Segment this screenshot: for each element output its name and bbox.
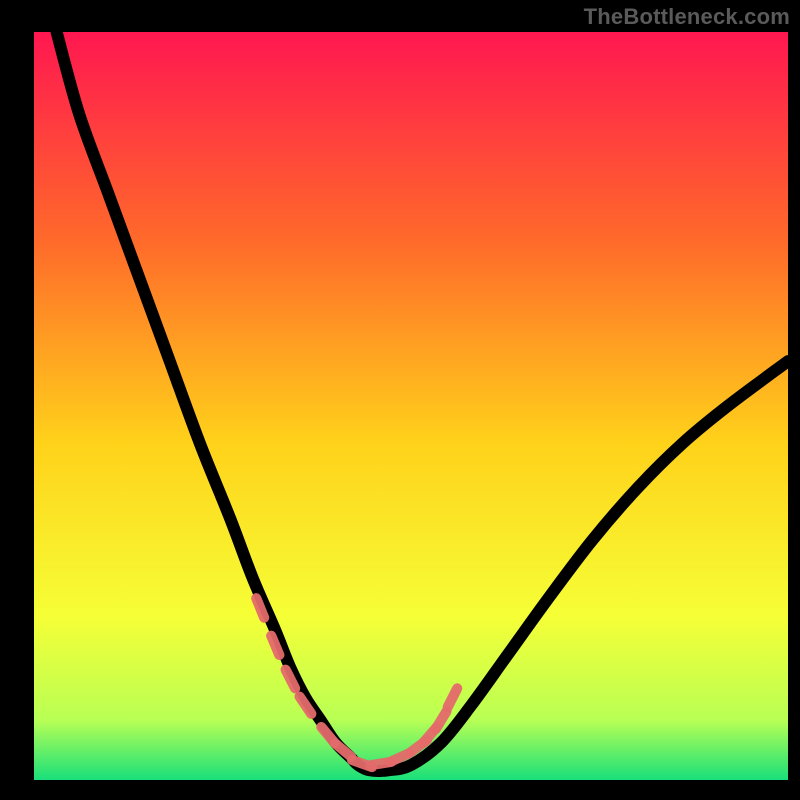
plot-area [34,32,788,780]
chart-svg [34,32,788,780]
gradient-background [34,32,788,780]
chart-frame: TheBottleneck.com [0,0,800,800]
watermark-text: TheBottleneck.com [584,4,790,30]
